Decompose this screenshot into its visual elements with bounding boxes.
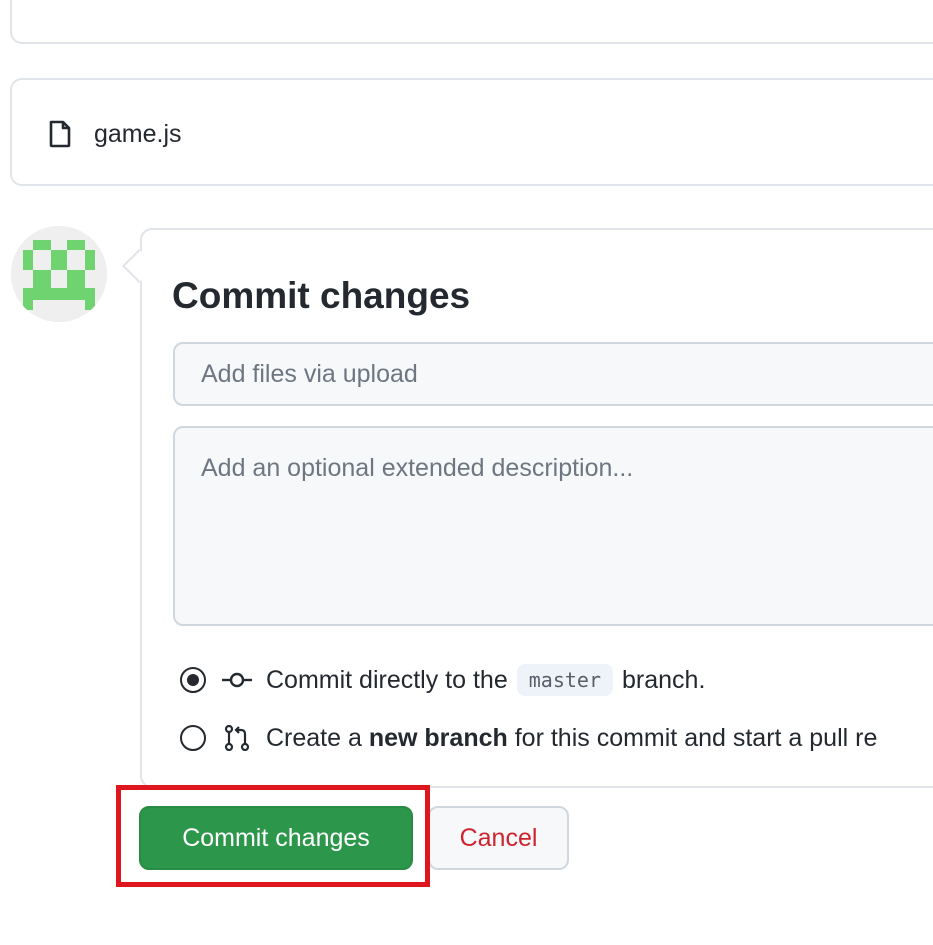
commit-page: game.js Commit changes Add files via upl…: [0, 0, 933, 945]
new-branch-bold-text: new branch: [368, 723, 508, 752]
new-branch-text-prefix: Create a: [266, 723, 362, 752]
uploaded-file-card: game.js: [10, 78, 933, 186]
new-branch-radio[interactable]: [180, 725, 206, 751]
commit-title: Commit changes: [172, 275, 471, 316]
file-name[interactable]: game.js: [94, 118, 182, 150]
cancel-button[interactable]: Cancel: [428, 806, 569, 870]
commit-direct-suffix: branch.: [622, 665, 706, 694]
commit-direct-radio[interactable]: [180, 667, 206, 693]
commit-summary-input[interactable]: [173, 342, 933, 406]
commit-changes-button[interactable]: Commit changes: [139, 806, 413, 870]
branch-name: master: [516, 664, 613, 696]
commit-description-textarea[interactable]: [173, 426, 933, 626]
file-icon: [49, 120, 71, 148]
commit-direct-text: Commit directly to the: [266, 665, 508, 694]
identicon-avatar[interactable]: [11, 226, 107, 322]
git-pull-request-icon: [224, 725, 250, 751]
new-branch-option[interactable]: Create a new branch for this commit and …: [180, 718, 877, 758]
new-branch-text-suffix: for this commit and start a pull re: [514, 723, 878, 752]
commit-direct-option[interactable]: Commit directly to the master branch.: [180, 660, 705, 700]
previous-card: [10, 0, 933, 44]
git-commit-icon: [222, 672, 252, 688]
